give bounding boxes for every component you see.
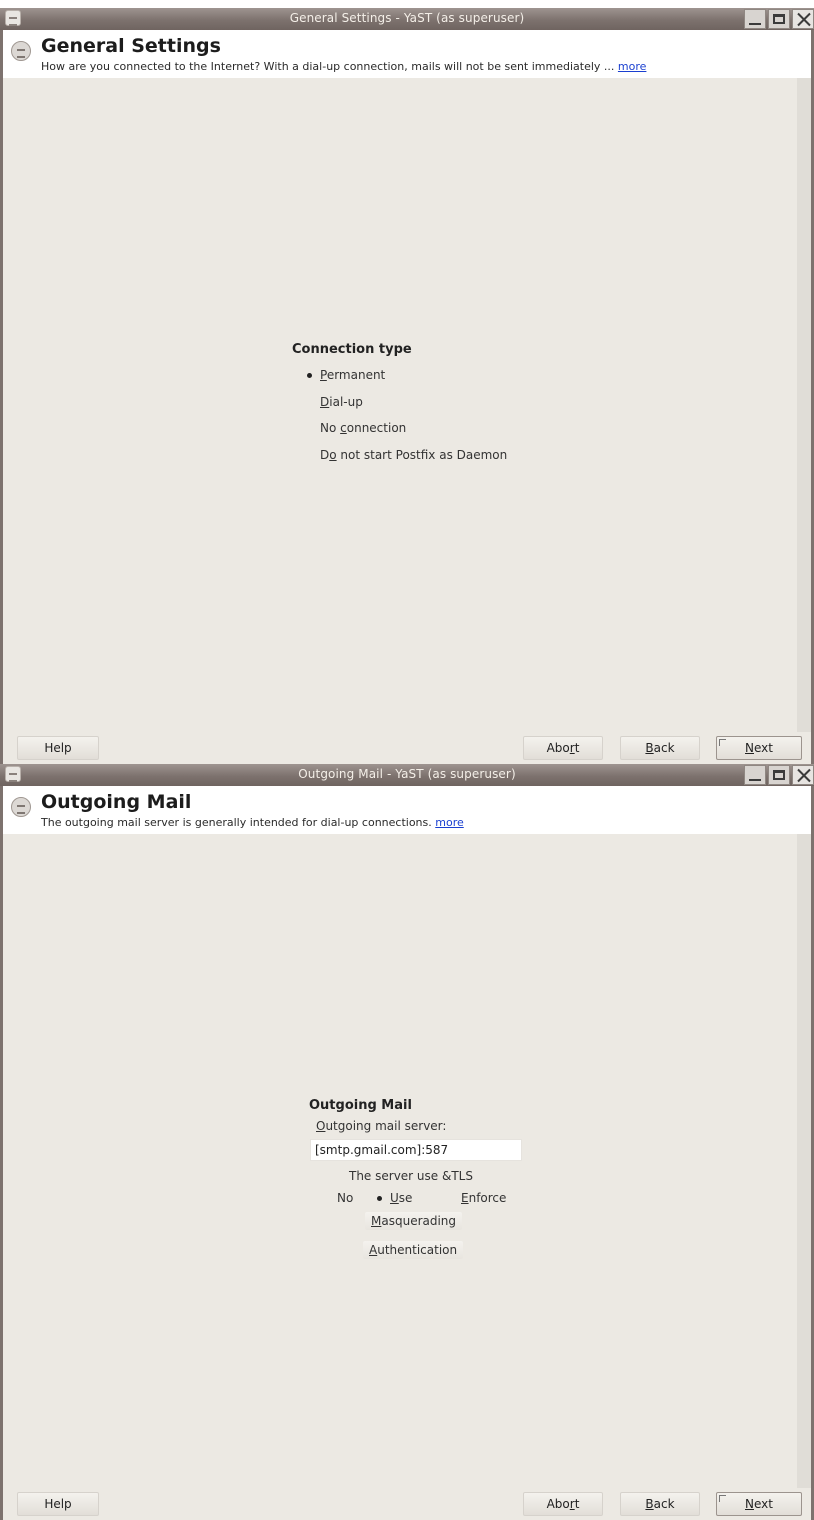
- window-title: Outgoing Mail - YaST (as superuser): [298, 767, 516, 781]
- content-edge: [797, 78, 811, 732]
- page-description-text: How are you connected to the Internet? W…: [41, 60, 615, 73]
- radio-dial-up[interactable]: Dial-up: [304, 395, 363, 409]
- content-edge: [797, 834, 811, 1488]
- page-title: General Settings: [41, 35, 221, 57]
- title-bar[interactable]: General Settings - YaST (as superuser): [0, 8, 814, 30]
- page-description: The outgoing mail server is generally in…: [41, 816, 464, 829]
- next-button[interactable]: Next: [716, 736, 802, 760]
- radio-indicator: [321, 1193, 331, 1203]
- next-button[interactable]: Next: [716, 1492, 802, 1516]
- dialog-header: Outgoing Mail The outgoing mail server i…: [3, 786, 811, 834]
- radio-tls-use[interactable]: Use: [374, 1191, 412, 1205]
- maximize-button[interactable]: [768, 9, 790, 29]
- close-button[interactable]: [792, 9, 814, 29]
- back-button[interactable]: Back: [620, 1492, 700, 1516]
- more-link[interactable]: more: [435, 816, 464, 829]
- masquerading-button[interactable]: Masquerading: [365, 1212, 463, 1230]
- dialog-content: Connection type Permanent Dial-up No con…: [3, 78, 811, 732]
- radio-dial-up-label: Dial-up: [320, 395, 363, 409]
- tls-label: The server use &TLS: [349, 1169, 473, 1183]
- help-button[interactable]: Help: [17, 1492, 99, 1516]
- radio-indicator: [374, 1193, 384, 1203]
- title-bar[interactable]: Outgoing Mail - YaST (as superuser): [0, 764, 814, 786]
- general-settings-window: General Settings - YaST (as superuser) G…: [0, 8, 814, 764]
- radio-tls-enforce-label: Enforce: [461, 1191, 507, 1205]
- authentication-button[interactable]: Authentication: [363, 1241, 464, 1259]
- back-button[interactable]: Back: [620, 736, 700, 760]
- dialog-header: General Settings How are you connected t…: [3, 30, 811, 78]
- radio-no-daemon-label: Do not start Postfix as Daemon: [320, 448, 508, 462]
- radio-no-daemon[interactable]: Do not start Postfix as Daemon: [304, 448, 507, 462]
- radio-no-connection[interactable]: No connection: [304, 421, 406, 435]
- dialog-footer: Help Abo r t Back Next: [3, 1488, 811, 1520]
- radio-tls-use-label: Use: [390, 1191, 413, 1205]
- module-icon: [11, 797, 31, 817]
- radio-tls-no[interactable]: No: [321, 1191, 353, 1205]
- page-description: How are you connected to the Internet? W…: [41, 60, 646, 73]
- dialog-footer: Help Abo r t Back Next: [3, 732, 811, 764]
- close-button[interactable]: [792, 765, 814, 785]
- outgoing-mail-window: Outgoing Mail - YaST (as superuser) Outg…: [0, 764, 814, 1520]
- help-button[interactable]: Help: [17, 736, 99, 760]
- radio-tls-no-label: No: [337, 1191, 354, 1205]
- minimize-button[interactable]: [744, 9, 766, 29]
- page-title: Outgoing Mail: [41, 791, 192, 813]
- outgoing-server-input[interactable]: [310, 1139, 522, 1161]
- page-description-text: The outgoing mail server is generally in…: [41, 816, 432, 829]
- radio-indicator: [445, 1193, 455, 1203]
- abort-button[interactable]: Abo r t: [523, 736, 603, 760]
- radio-indicator: [304, 423, 314, 433]
- radio-no-connection-label: No connection: [320, 421, 407, 435]
- radio-permanent[interactable]: Permanent: [304, 368, 385, 382]
- connection-type-label: Connection type: [292, 342, 412, 357]
- radio-tls-enforce[interactable]: Enforce: [445, 1191, 506, 1205]
- radio-indicator: [304, 370, 314, 380]
- outgoing-mail-group-label: Outgoing Mail: [309, 1098, 412, 1113]
- module-icon: [11, 41, 31, 61]
- maximize-button[interactable]: [768, 765, 790, 785]
- radio-indicator: [304, 397, 314, 407]
- window-title: General Settings - YaST (as superuser): [289, 11, 525, 25]
- minimize-button[interactable]: [744, 765, 766, 785]
- radio-permanent-label: Permanent: [320, 368, 386, 382]
- dialog-content: Outgoing Mail Outgoing mail server: The …: [3, 834, 811, 1488]
- radio-indicator: [304, 450, 314, 460]
- abort-button[interactable]: Abo r t: [523, 1492, 603, 1516]
- outgoing-server-label: Outgoing mail server:: [316, 1119, 447, 1133]
- more-link[interactable]: more: [618, 60, 647, 73]
